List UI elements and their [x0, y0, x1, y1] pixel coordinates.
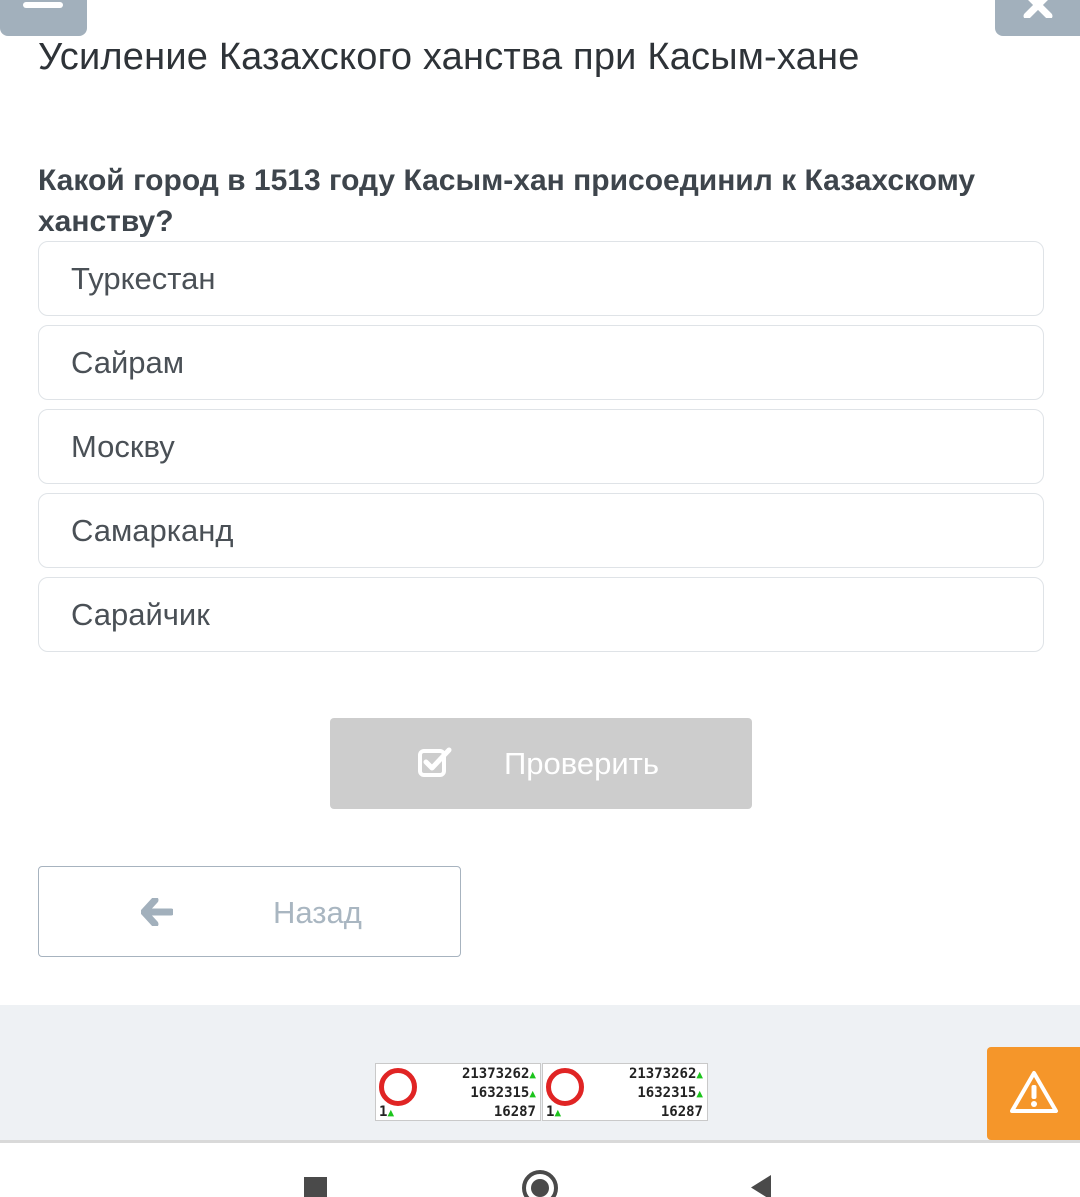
- answer-option-label: Москву: [71, 428, 175, 464]
- counter-value: 16287: [660, 1104, 703, 1120]
- answer-option-label: Сарайчик: [71, 596, 210, 632]
- counter-value: 16287: [493, 1104, 536, 1120]
- menu-button[interactable]: [0, 0, 87, 36]
- stats-counter[interactable]: 1▲ 21373262▲ 1632315▲ 16287: [542, 1063, 708, 1121]
- arrow-left-icon: [141, 898, 173, 926]
- circle-icon[interactable]: [522, 1170, 558, 1197]
- back-button[interactable]: Назад: [38, 866, 461, 957]
- circle-logo-icon: [379, 1068, 417, 1106]
- triangle-back-icon[interactable]: [749, 1175, 773, 1197]
- quiz-page: Усиление Казахского ханства при Касым-ха…: [0, 0, 1080, 1197]
- stats-counter[interactable]: 1▲ 21373262▲ 1632315▲ 16287: [375, 1063, 541, 1121]
- counter-value: 1632315: [470, 1085, 530, 1101]
- check-answer-button[interactable]: Проверить: [330, 718, 752, 809]
- answer-options: Туркестан Сайрам Москву Самарканд Сарайч…: [38, 241, 1044, 661]
- answer-option[interactable]: Сарайчик: [38, 577, 1044, 652]
- answer-option[interactable]: Сайрам: [38, 325, 1044, 400]
- hamburger-icon: [23, 2, 63, 8]
- answer-option[interactable]: Москву: [38, 409, 1044, 484]
- report-problem-button[interactable]: [987, 1047, 1080, 1140]
- warning-icon: [1010, 1071, 1058, 1113]
- question-text: Какой город в 1513 году Касым-хан присое…: [38, 164, 976, 238]
- close-icon: [1023, 0, 1053, 18]
- circle-logo-icon: [546, 1068, 584, 1106]
- answer-option-label: Сайрам: [71, 344, 185, 380]
- answer-option-label: Самарканд: [71, 512, 234, 548]
- counter-value: 21373262: [628, 1066, 697, 1082]
- close-button[interactable]: [995, 0, 1080, 36]
- square-icon[interactable]: [304, 1177, 327, 1197]
- counter-value: 1632315: [637, 1085, 697, 1101]
- counter-value: 21373262: [461, 1066, 530, 1082]
- system-nav-bar: [0, 1140, 1080, 1197]
- check-answer-label: Проверить: [504, 746, 660, 781]
- page-title: Усиление Казахского ханства при Касым-ха…: [38, 36, 860, 78]
- answer-option[interactable]: Самарканд: [38, 493, 1044, 568]
- back-label: Назад: [273, 895, 362, 930]
- answer-option[interactable]: Туркестан: [38, 241, 1044, 316]
- answer-option-label: Туркестан: [71, 260, 216, 296]
- checkbox-check-icon: [418, 747, 452, 777]
